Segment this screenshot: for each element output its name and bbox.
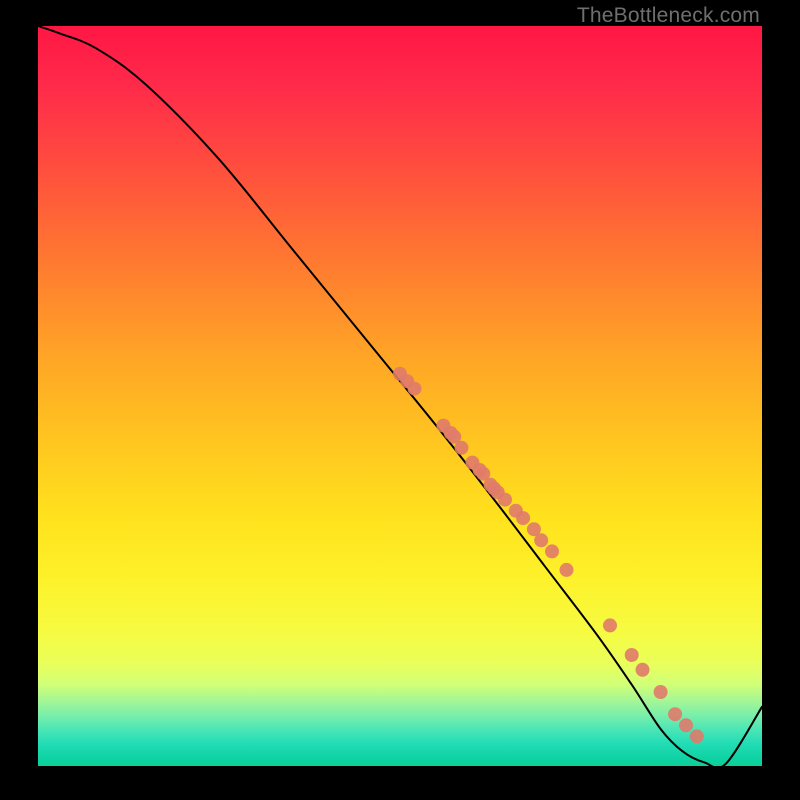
bottleneck-curve <box>38 26 762 766</box>
marker-point <box>534 533 548 547</box>
marker-point <box>690 729 704 743</box>
marker-point <box>516 511 530 525</box>
marker-point <box>560 563 574 577</box>
watermark-text: TheBottleneck.com <box>577 4 760 28</box>
marker-point <box>545 544 559 558</box>
marker-point <box>668 707 682 721</box>
chart-svg <box>38 26 762 766</box>
marker-point <box>498 493 512 507</box>
sample-points <box>393 367 704 744</box>
chart-frame: TheBottleneck.com <box>0 0 800 800</box>
marker-point <box>679 718 693 732</box>
marker-point <box>408 382 422 396</box>
marker-point <box>625 648 639 662</box>
marker-point <box>455 441 469 455</box>
plot-area <box>38 26 762 766</box>
marker-point <box>654 685 668 699</box>
marker-point <box>603 618 617 632</box>
marker-point <box>636 663 650 677</box>
